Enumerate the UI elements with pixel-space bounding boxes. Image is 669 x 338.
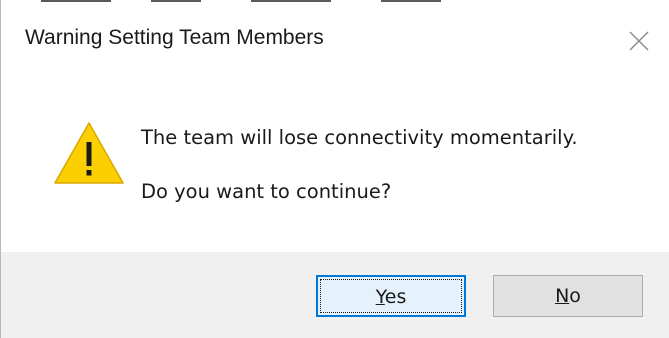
no-mnemonic: N: [555, 285, 570, 307]
no-button[interactable]: No: [493, 275, 643, 317]
close-button[interactable]: [616, 18, 662, 64]
yes-mnemonic: Y: [375, 286, 385, 308]
window-behind-edge: [1, 0, 669, 6]
yes-label-rest: es: [384, 286, 407, 308]
message-line-1: The team will lose connectivity momentar…: [141, 126, 578, 149]
close-icon: [629, 31, 649, 51]
yes-button[interactable]: Yes: [316, 275, 466, 317]
title-bar: Warning Setting Team Members: [1, 8, 669, 72]
button-bar: Yes No: [1, 252, 669, 338]
dialog-content: The team will lose connectivity momentar…: [1, 72, 669, 252]
no-label-rest: o: [569, 285, 581, 307]
message-line-2: Do you want to continue?: [141, 180, 392, 203]
dialog-title: Warning Setting Team Members: [25, 26, 324, 49]
warning-triangle-icon: [54, 122, 124, 184]
warning-dialog: Warning Setting Team Members The team wi…: [0, 0, 669, 338]
